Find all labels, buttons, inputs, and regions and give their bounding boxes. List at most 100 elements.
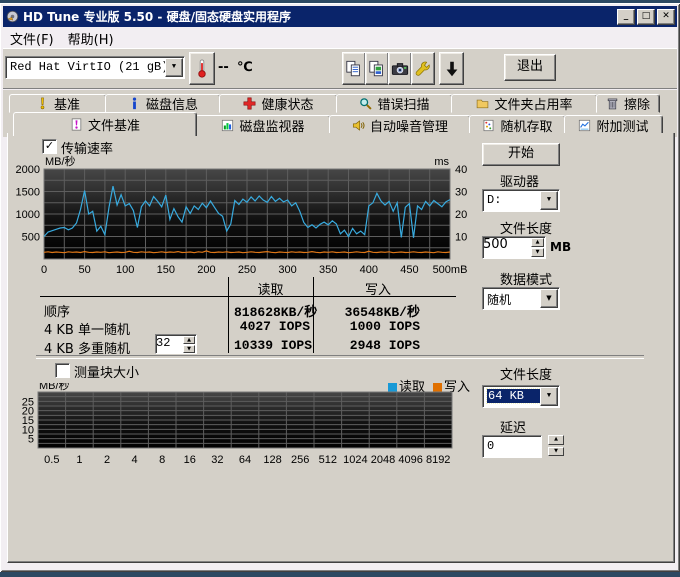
tab-random-access[interactable]: 随机存取 <box>469 115 566 135</box>
exit-button[interactable]: 退出 <box>504 54 556 81</box>
drive-dropdown[interactable]: D: ▼ <box>482 189 560 212</box>
start-button[interactable]: 开始 <box>482 143 560 166</box>
4k-multi-read-value: 10339 IOPS <box>234 338 310 353</box>
file-length-up[interactable]: ▲ <box>531 238 544 247</box>
transfer-rate-checkbox[interactable]: ✓ <box>42 139 57 154</box>
queue-depth-value: 32 <box>156 336 170 350</box>
svg-text:128: 128 <box>263 454 281 466</box>
chevron-down-icon: ▼ <box>172 63 176 71</box>
file-benchmark-panel: ✓ 传输速率 200015001000500403020100501001502… <box>7 133 675 563</box>
column-header-read: 读取 <box>228 279 313 298</box>
tab-extra-tests[interactable]: 附加测试 <box>564 115 663 135</box>
trash-icon <box>606 97 619 110</box>
chevron-down-icon: ▼ <box>547 196 551 204</box>
svg-text:150: 150 <box>157 264 175 276</box>
tab-folder-usage[interactable]: 文件夹占用率 <box>451 94 598 113</box>
tab-label: 自动噪音管理 <box>370 116 448 135</box>
tab-strip: 基准 磁盘信息 健康状态 错误扫描 文件夹占用率 擦除 文件基准 磁盘监视器 <box>3 90 677 137</box>
folder-icon <box>476 97 489 110</box>
tab-benchmark[interactable]: 基准 <box>9 94 107 113</box>
tab-file-benchmark[interactable]: 文件基准 <box>13 112 197 136</box>
tab-auto-acoustic[interactable]: 自动噪音管理 <box>329 115 471 135</box>
svg-text:16: 16 <box>184 454 196 466</box>
queue-depth-stepper[interactable]: 32 ▲ ▼ <box>155 334 197 354</box>
temperature-value: -- <box>218 60 229 75</box>
tab-label: 磁盘信息 <box>146 94 198 113</box>
close-button[interactable]: ✕ <box>657 9 675 25</box>
delay-down-button[interactable]: ▼ <box>548 447 564 457</box>
svg-text:500mB: 500mB <box>433 264 468 276</box>
drive-select[interactable]: Red Hat VirtIO (21 gB) ▼ <box>5 56 185 79</box>
sequential-write-value: 36548KB/秒 <box>320 301 420 320</box>
down-arrow-icon <box>443 60 461 78</box>
spin-down-icon: ▼ <box>554 448 558 454</box>
svg-text:1024: 1024 <box>343 454 367 466</box>
speaker-icon <box>352 119 365 132</box>
camera-icon <box>391 60 409 78</box>
block-file-length-arrow[interactable]: ▼ <box>540 387 558 406</box>
options-button[interactable] <box>411 52 435 85</box>
drive-dropdown-value: D: <box>487 193 541 207</box>
transfer-rate-chart: 2000150010005004030201005010015020025030… <box>8 155 480 287</box>
menu-help[interactable]: 帮助(H) <box>61 27 121 50</box>
delay-label: 延迟 <box>500 417 526 436</box>
extra-tests-icon <box>578 119 591 132</box>
file-length-unit: MB <box>550 240 571 254</box>
magnifier-icon <box>359 97 372 110</box>
svg-text:500: 500 <box>22 232 40 244</box>
svg-text:50: 50 <box>78 264 90 276</box>
drive-select-arrow[interactable]: ▼ <box>165 58 183 77</box>
temperature-button[interactable] <box>189 52 215 85</box>
chevron-down-icon: ▼ <box>546 294 551 302</box>
health-cross-icon <box>243 97 256 110</box>
svg-text:0: 0 <box>41 264 47 276</box>
drive-dropdown-arrow[interactable]: ▼ <box>540 191 558 210</box>
thermometer-icon <box>193 58 211 79</box>
tab-erase[interactable]: 擦除 <box>596 94 660 113</box>
maximize-button[interactable]: □ <box>637 9 655 25</box>
svg-text:30: 30 <box>455 187 467 199</box>
tab-disk-info[interactable]: 磁盘信息 <box>105 94 221 113</box>
save-button[interactable] <box>439 52 464 85</box>
svg-text:512: 512 <box>319 454 337 466</box>
title-bar[interactable]: HD Tune 专业版 5.50 - 硬盘/固态硬盘实用程序 _ □ ✕ <box>3 6 677 27</box>
data-mode-arrow[interactable]: ▼ <box>540 289 558 308</box>
file-length-stepper[interactable]: 500 ▲ ▼ <box>482 236 546 259</box>
spin-down-icon: ▼ <box>536 249 540 255</box>
tab-label: 健康状态 <box>261 94 313 113</box>
svg-text:40: 40 <box>455 164 467 176</box>
svg-text:20: 20 <box>455 209 467 221</box>
copy-image-button[interactable] <box>365 52 389 85</box>
block-file-length-dropdown[interactable]: 64 KB ▼ <box>482 385 560 408</box>
queue-depth-up-icon[interactable]: ▲ <box>183 336 195 344</box>
benchmark-icon <box>36 97 49 110</box>
delay-up-button[interactable]: ▲ <box>548 435 564 445</box>
svg-text:8192: 8192 <box>426 454 450 466</box>
file-length-down[interactable]: ▼ <box>531 248 544 257</box>
screenshot-button[interactable] <box>388 52 412 85</box>
tab-label: 磁盘监视器 <box>239 116 304 135</box>
block-file-length-value: 64 KB <box>487 389 541 403</box>
tab-health[interactable]: 健康状态 <box>219 94 338 113</box>
delay-input[interactable]: 0 <box>482 435 542 458</box>
copy-text-button[interactable] <box>342 52 366 85</box>
queue-depth-down-icon[interactable]: ▼ <box>183 345 195 353</box>
data-mode-dropdown[interactable]: 随机 ▼ <box>482 287 560 310</box>
copy-image-icon <box>368 60 386 78</box>
column-header-write: 写入 <box>313 279 443 298</box>
minimize-button[interactable]: _ <box>617 9 635 25</box>
svg-text:MB/秒: MB/秒 <box>45 155 76 168</box>
svg-text:1000: 1000 <box>16 209 40 221</box>
spin-up-icon: ▲ <box>187 337 191 343</box>
tab-label: 擦除 <box>624 94 650 113</box>
tab-disk-monitor[interactable]: 磁盘监视器 <box>195 115 331 135</box>
menu-file[interactable]: 文件(F) <box>3 27 61 50</box>
svg-text:250: 250 <box>238 264 256 276</box>
svg-text:256: 256 <box>291 454 309 466</box>
block-size-checkbox-label: 测量块大小 <box>74 362 139 381</box>
delay-value: 0 <box>487 439 494 453</box>
block-size-checkbox[interactable] <box>55 363 70 378</box>
svg-text:4: 4 <box>132 454 138 466</box>
tab-error-scan[interactable]: 错误扫描 <box>336 94 453 113</box>
spin-up-icon: ▲ <box>536 239 540 245</box>
